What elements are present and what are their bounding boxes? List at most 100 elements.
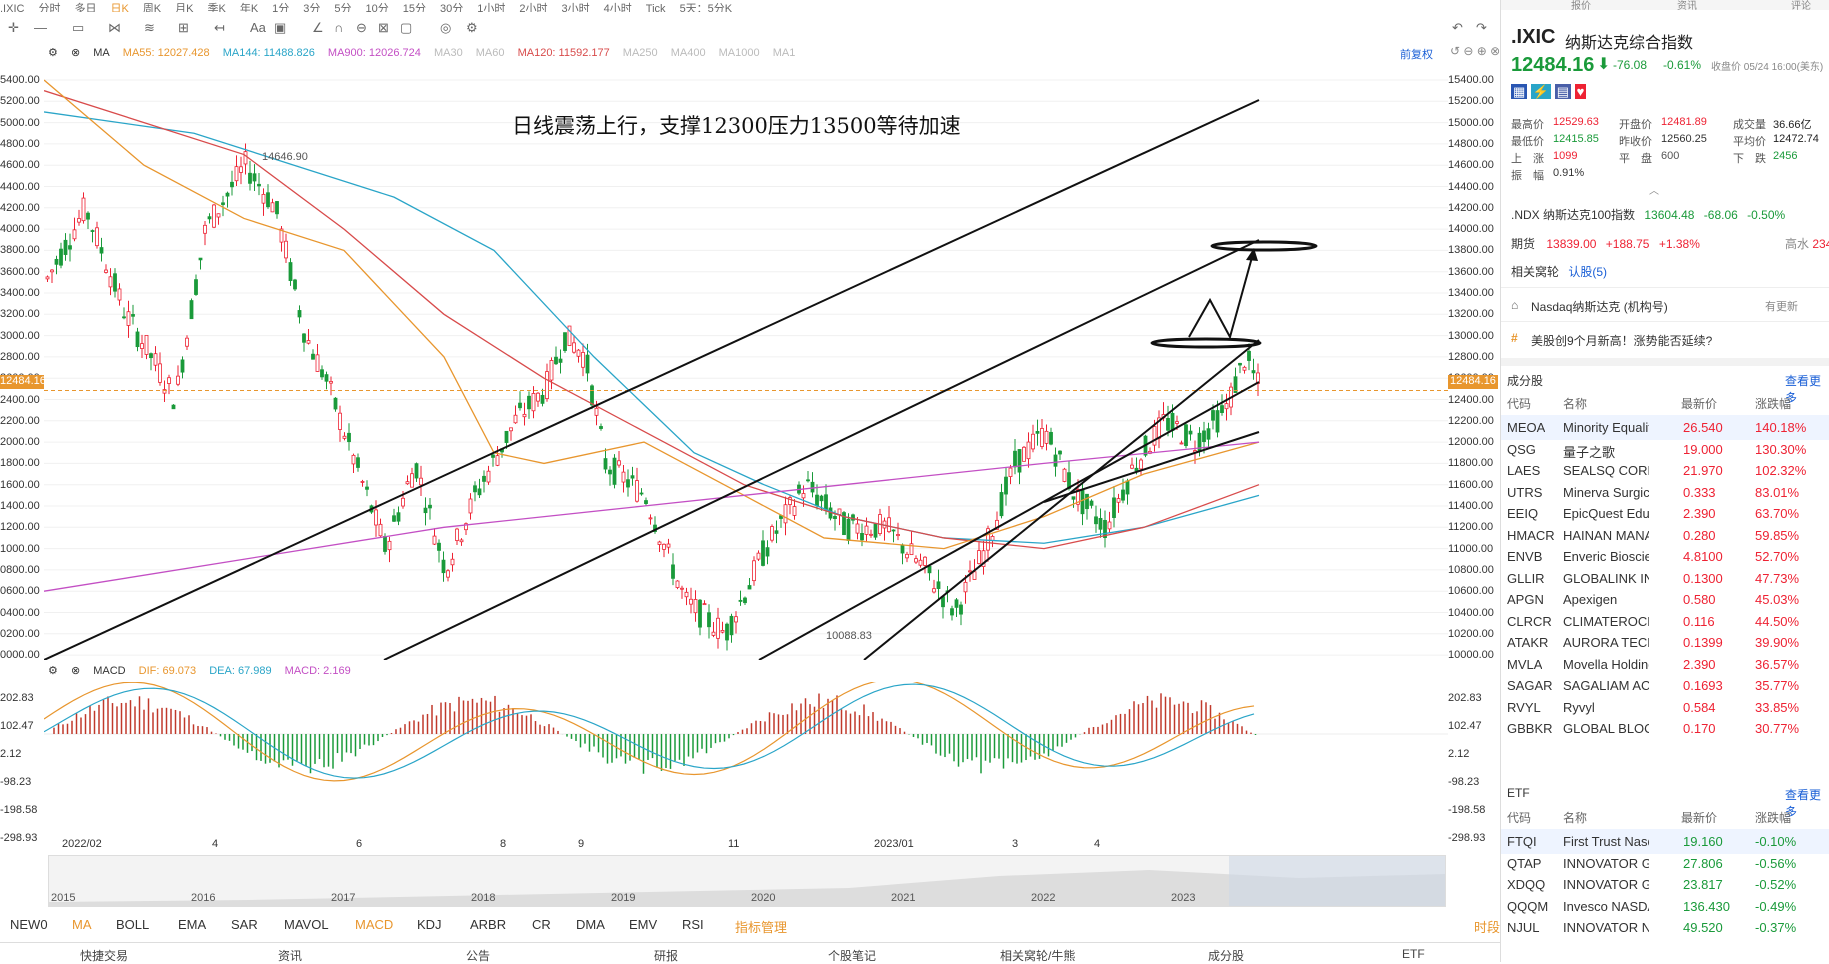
- tab-quote[interactable]: 报价: [1571, 0, 1591, 12]
- crosshair-icon[interactable]: ✛: [8, 20, 19, 36]
- macd-chart[interactable]: [44, 682, 1448, 832]
- period-tab[interactable]: 周K: [143, 3, 161, 12]
- row-pct: 39.90%: [1755, 635, 1800, 650]
- brush-icon[interactable]: ∠: [312, 20, 324, 36]
- indicator-tab[interactable]: RSI: [682, 917, 704, 932]
- indicator-tab[interactable]: MA: [72, 917, 92, 932]
- undo-icon[interactable]: ↶: [1452, 20, 1463, 36]
- period-tab[interactable]: .IXIC: [0, 3, 24, 12]
- macd-settings-icon[interactable]: ⚙: [48, 665, 58, 677]
- row-price: 0.580: [1683, 592, 1716, 607]
- bottom-tab[interactable]: ETF: [1402, 947, 1425, 961]
- lock-icon[interactable]: ⊖: [356, 20, 367, 36]
- bottom-tab[interactable]: 公告: [466, 947, 490, 964]
- range-overview[interactable]: 2015 2016 2017 2018 2019 2020 2021 2022 2023: [48, 855, 1446, 907]
- period-tab[interactable]: 1小时: [477, 3, 505, 12]
- period-tab[interactable]: 1分: [272, 3, 289, 12]
- period-tab[interactable]: 10分: [366, 3, 389, 12]
- close-icon[interactable]: ⊗: [71, 47, 80, 59]
- period-tab[interactable]: 15分: [403, 3, 426, 12]
- period-tab[interactable]: 季K: [207, 3, 225, 12]
- period-tab[interactable]: 2小时: [519, 3, 547, 12]
- hide-icon[interactable]: ▢: [400, 20, 412, 36]
- bottom-tab[interactable]: 相关窝轮/牛熊: [1000, 947, 1075, 964]
- period-tab[interactable]: 3小时: [562, 3, 590, 12]
- tab-comments[interactable]: 评论: [1791, 0, 1811, 12]
- bottom-tab[interactable]: 个股笔记: [828, 947, 876, 964]
- candle-body: [180, 359, 185, 373]
- period-tab[interactable]: 分时: [38, 3, 60, 12]
- table-row[interactable]: GBBKR GLOBAL BLOCK 0.170 30.77%: [1501, 716, 1829, 741]
- magnet-icon[interactable]: ∩: [334, 20, 343, 35]
- bottom-tab[interactable]: 资讯: [278, 947, 302, 964]
- indicator-tab[interactable]: DMA: [576, 917, 605, 932]
- left-axis-tick: 0400.00: [0, 606, 40, 619]
- period-tab[interactable]: 月K: [175, 3, 193, 12]
- candle-body: [477, 488, 482, 496]
- text-tool-icon[interactable]: Aa: [250, 20, 266, 35]
- bottom-tab[interactable]: 成分股: [1208, 947, 1244, 964]
- indicator-tab[interactable]: ARBR: [470, 917, 506, 932]
- news-item-1[interactable]: ⌂ Nasdaq纳斯达克 (机构号) 有更新: [1501, 287, 1829, 322]
- candlestick-chart[interactable]: [44, 62, 1448, 660]
- rect-tool-icon[interactable]: ▭: [72, 20, 84, 36]
- indicator-tab[interactable]: SAR: [231, 917, 258, 932]
- column-header[interactable]: 名称: [1563, 809, 1587, 826]
- tab-news[interactable]: 资讯: [1677, 0, 1697, 12]
- indicator-tab[interactable]: 指标管理: [735, 917, 787, 936]
- fq-button[interactable]: 前复权: [1400, 46, 1433, 62]
- timeframe-button[interactable]: 时段: [1474, 917, 1500, 936]
- table-row[interactable]: NJUL INNOVATOR NASDAQ 49.520 -0.37%: [1501, 915, 1829, 940]
- line-tool-icon[interactable]: ―: [34, 20, 47, 35]
- chart-window-icons[interactable]: ↺ ⊖ ⊕ ⊗: [1450, 44, 1500, 58]
- eye-icon[interactable]: ◎: [440, 20, 451, 36]
- pitchfork-icon[interactable]: ≋: [144, 20, 155, 36]
- flag-icons[interactable]: ▦ ⚡ ▤ ♥: [1511, 84, 1587, 100]
- measure-icon[interactable]: ⊞: [178, 20, 189, 36]
- arrow-tool-icon[interactable]: ↤: [214, 20, 225, 36]
- indicator-tab[interactable]: EMA: [178, 917, 206, 932]
- period-tab[interactable]: 30分: [440, 3, 463, 12]
- collapse-icon[interactable]: ︿: [1649, 182, 1659, 197]
- macd-name[interactable]: MACD: [93, 665, 125, 677]
- candle-body: [1215, 410, 1220, 433]
- bottom-tab[interactable]: 快捷交易: [80, 947, 128, 964]
- indicator-tab[interactable]: BOLL: [116, 917, 149, 932]
- period-tab[interactable]: 多日: [74, 3, 96, 12]
- redo-icon[interactable]: ↷: [1476, 20, 1487, 36]
- trash-icon[interactable]: ⊠: [378, 20, 389, 36]
- indicator-tab[interactable]: NEW0: [10, 917, 48, 932]
- period-tab[interactable]: Tick: [646, 3, 666, 12]
- column-header[interactable]: 代码: [1507, 809, 1531, 826]
- settings-icon[interactable]: ⚙: [48, 47, 58, 59]
- indicator-tab[interactable]: KDJ: [417, 917, 442, 932]
- indicator-tab[interactable]: MAVOL: [284, 917, 329, 932]
- macd-close-icon[interactable]: ⊗: [71, 665, 80, 677]
- period-tab[interactable]: 3分: [303, 3, 320, 12]
- gear-icon[interactable]: ⚙: [466, 20, 478, 36]
- indicator-tab[interactable]: MACD: [355, 917, 393, 932]
- period-tab[interactable]: 日K: [110, 3, 128, 12]
- bottom-tab[interactable]: 研报: [654, 947, 678, 964]
- warrants-link[interactable]: 认股(5): [1568, 265, 1607, 279]
- column-header[interactable]: 最新价: [1681, 809, 1717, 826]
- stat-value2: 12481.89: [1661, 116, 1707, 128]
- ndx-row[interactable]: .NDX 纳斯达克100指数 13604.48 -68.06 -0.50%: [1511, 206, 1785, 223]
- column-header[interactable]: 名称: [1563, 395, 1587, 412]
- period-tab[interactable]: 5分: [334, 3, 351, 12]
- futures-row[interactable]: 期货 13839.00 +188.75 +1.38%: [1511, 235, 1700, 252]
- period-tab[interactable]: 5天：5分K: [680, 3, 733, 12]
- column-header[interactable]: 代码: [1507, 395, 1531, 412]
- note-icon[interactable]: ▣: [274, 20, 286, 36]
- fib-tool-icon[interactable]: ⋈: [108, 20, 121, 36]
- period-tab[interactable]: 4小时: [604, 3, 632, 12]
- column-header[interactable]: 涨跌幅: [1755, 395, 1791, 412]
- indicator-tab[interactable]: CR: [532, 917, 551, 932]
- candle-body: [1179, 442, 1184, 445]
- column-header[interactable]: 涨跌幅: [1755, 809, 1791, 826]
- ma120-value: MA120: 11592.177: [517, 47, 610, 59]
- news-item-2[interactable]: # 美股创9个月新高！涨势能否延续?: [1501, 321, 1829, 356]
- indicator-tab[interactable]: EMV: [629, 917, 657, 932]
- period-tab[interactable]: 年K: [240, 3, 258, 12]
- column-header[interactable]: 最新价: [1681, 395, 1717, 412]
